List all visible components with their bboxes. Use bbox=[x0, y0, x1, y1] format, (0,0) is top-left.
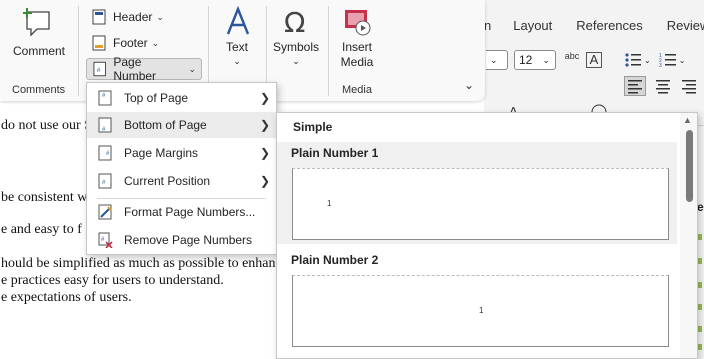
bullets-icon[interactable] bbox=[624, 52, 642, 68]
text-label: Text bbox=[225, 40, 248, 54]
group-divider bbox=[78, 6, 79, 96]
menu-item-remove-page-numbers[interactable]: # Remove Page Numbers bbox=[87, 227, 276, 253]
align-right-icon[interactable] bbox=[680, 77, 698, 95]
menu-item-label: Top of Page bbox=[124, 91, 189, 105]
media-group-label: Media bbox=[342, 84, 372, 96]
scrollbar-thumb[interactable] bbox=[686, 130, 693, 202]
footer-icon bbox=[92, 35, 106, 51]
tab-references[interactable]: References bbox=[576, 18, 642, 40]
chevron-down-icon: ⌄ bbox=[490, 54, 498, 65]
svg-text:3: 3 bbox=[659, 63, 662, 68]
page-number-icon: # bbox=[93, 61, 106, 77]
tab-review[interactable]: Review bbox=[667, 18, 704, 40]
menu-item-label: Current Position bbox=[124, 174, 211, 188]
header-icon bbox=[92, 9, 106, 25]
chevron-right-icon: ❯ bbox=[260, 118, 271, 132]
gallery-section-heading: Simple bbox=[293, 120, 333, 134]
plain-number-1-preview[interactable]: 1 bbox=[292, 168, 669, 240]
align-left-icon[interactable] bbox=[624, 76, 646, 96]
ribbon-expand-chevron-icon[interactable]: ⌄ bbox=[464, 78, 474, 92]
font-size-dropdown[interactable]: 12 ⌄ bbox=[514, 50, 556, 70]
chevron-down-icon: ⌄ bbox=[233, 56, 241, 66]
chevron-down-icon: ⌄ bbox=[188, 63, 196, 74]
page-number-menu: # Top of Page ❯ # Bottom of Page ❯ # Pag… bbox=[86, 82, 277, 255]
chevron-down-icon: ⌄ bbox=[151, 37, 160, 48]
menu-item-label: Format Page Numbers... bbox=[124, 205, 256, 219]
svg-text:#: # bbox=[97, 67, 101, 74]
scroll-up-arrow-icon[interactable]: ▲ bbox=[683, 115, 692, 125]
chevron-right-icon: ❯ bbox=[260, 91, 271, 105]
menu-item-format-page-numbers[interactable]: Format Page Numbers... bbox=[87, 199, 276, 225]
menu-item-label: Bottom of Page bbox=[124, 118, 207, 132]
chevron-right-icon: ❯ bbox=[260, 174, 271, 188]
font-name-dropdown-edge[interactable]: ⌄ bbox=[486, 50, 508, 70]
menu-item-bottom-of-page[interactable]: # Bottom of Page ❯ bbox=[87, 112, 276, 138]
chevron-down-icon: ⌄ bbox=[292, 56, 300, 66]
comment-label: Comment bbox=[12, 44, 65, 58]
text-button[interactable]: Text ⌄ bbox=[218, 6, 256, 67]
page-margins-icon: # bbox=[98, 145, 112, 161]
chevron-down-icon: ⌄ bbox=[542, 54, 550, 65]
page-top-icon: # bbox=[98, 90, 112, 106]
chevron-right-icon: ❯ bbox=[260, 146, 271, 160]
page-number-button[interactable]: # Page Number ⌄ bbox=[86, 55, 202, 83]
change-case-icon[interactable]: abc bbox=[562, 51, 582, 69]
plain-number-2-preview[interactable]: 1 bbox=[292, 275, 669, 347]
header-button[interactable]: Header ⌄ bbox=[86, 6, 169, 28]
insert-media-label: Insert Media bbox=[340, 40, 374, 69]
page-bottom-icon: # bbox=[98, 117, 112, 133]
numbering-icon[interactable]: 123 bbox=[659, 52, 677, 68]
comment-button[interactable]: Comment bbox=[10, 6, 68, 58]
omega-icon: Ω bbox=[284, 6, 305, 38]
menu-item-top-of-page[interactable]: # Top of Page ❯ bbox=[87, 85, 276, 111]
page-number-sample: 1 bbox=[479, 306, 484, 315]
footer-button[interactable]: Footer ⌄ bbox=[86, 32, 164, 54]
svg-text:e: e bbox=[697, 200, 704, 214]
document-text-line: e expectations of users. bbox=[1, 290, 132, 305]
comment-icon bbox=[23, 8, 50, 37]
gallery-scrollbar[interactable]: ▲ bbox=[680, 113, 697, 358]
gallery-item-title: Plain Number 2 bbox=[291, 253, 379, 267]
text-box-icon bbox=[226, 6, 250, 35]
insert-media-button[interactable]: Insert Media bbox=[334, 6, 380, 70]
tab-layout[interactable]: Layout bbox=[513, 18, 552, 40]
symbols-button[interactable]: Ω Symbols ⌄ bbox=[270, 6, 322, 67]
format-page-numbers-icon bbox=[98, 204, 112, 220]
chevron-down-icon[interactable]: ⌄ bbox=[679, 56, 686, 65]
page-number-sample: 1 bbox=[327, 199, 332, 208]
chevron-down-icon[interactable]: ⌄ bbox=[644, 56, 651, 65]
page-number-label: Page Number bbox=[113, 55, 157, 83]
menu-item-current-position[interactable]: # Current Position ❯ bbox=[87, 168, 276, 194]
bottom-of-page-gallery: Simple Plain Number 1 1 Plain Number 2 1… bbox=[276, 112, 698, 359]
align-center-icon[interactable] bbox=[654, 77, 672, 95]
media-icon bbox=[345, 10, 371, 36]
current-position-icon: # bbox=[98, 173, 112, 189]
document-text-line: do not use our S bbox=[1, 118, 92, 133]
header-label: Header bbox=[113, 10, 153, 24]
document-text-line: e and easy to f bbox=[1, 222, 82, 237]
menu-item-label: Page Margins bbox=[124, 146, 199, 160]
document-text-line: hould be simplified as much as possible … bbox=[1, 256, 276, 271]
menu-item-label: Remove Page Numbers bbox=[124, 233, 253, 247]
svg-text:Ω: Ω bbox=[284, 6, 305, 38]
group-divider bbox=[328, 6, 329, 96]
chevron-down-icon: ⌄ bbox=[156, 11, 164, 22]
tab-partial[interactable]: n bbox=[484, 18, 491, 40]
menu-item-page-margins[interactable]: # Page Margins ❯ bbox=[87, 140, 276, 166]
comments-group-label: Comments bbox=[12, 84, 66, 96]
gallery-item-title: Plain Number 1 bbox=[291, 146, 379, 160]
clear-format-icon[interactable]: A bbox=[586, 52, 602, 68]
document-text-line: e practices easy for users to understand… bbox=[1, 273, 224, 288]
symbols-label: Symbols bbox=[272, 40, 319, 54]
document-text-line: be consistent w bbox=[1, 190, 88, 205]
font-size-value: 12 bbox=[519, 53, 533, 67]
ribbon-tabs: n Layout References Review bbox=[484, 18, 704, 40]
remove-page-numbers-icon: # bbox=[98, 232, 113, 248]
footer-label: Footer bbox=[113, 36, 148, 50]
